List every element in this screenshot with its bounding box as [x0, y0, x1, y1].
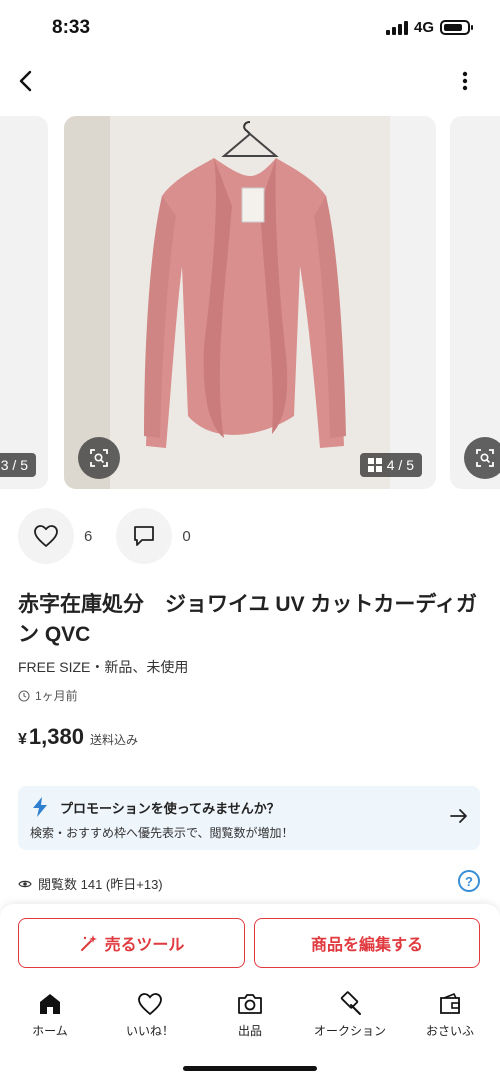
image-search-button[interactable] — [78, 437, 120, 479]
edit-item-label: 商品を編集する — [310, 937, 423, 954]
promotion-banner[interactable]: プロモーションを使ってみませんか？ 検索・おすすめ枠へ優先表示で、閲覧数が増加！ — [18, 786, 480, 850]
tab-bar: ホーム いいね！ 出品 オークション おさいふ — [0, 988, 500, 1048]
promotion-title: プロモーションを使ってみませんか？ — [60, 801, 280, 816]
sparkle-wand-icon — [80, 935, 97, 951]
battery-icon — [440, 20, 473, 35]
home-icon — [36, 990, 64, 1018]
image-search-button-next[interactable] — [464, 437, 500, 479]
status-indicators: 4G — [385, 19, 473, 36]
sell-tool-label: 売るツール — [104, 937, 185, 954]
carousel-image-prev[interactable]: 3 / 5 — [0, 116, 48, 489]
tab-label: ホーム — [32, 1024, 68, 1038]
eye-icon — [18, 880, 32, 887]
lightning-icon — [33, 797, 47, 817]
camera-icon — [236, 990, 264, 1018]
arrow-right-icon — [450, 809, 467, 823]
image-counter-main[interactable]: 4 / 5 — [359, 453, 422, 477]
more-options-button[interactable] — [450, 66, 480, 96]
back-button[interactable] — [10, 64, 40, 98]
tab-label: おさいふ — [425, 1024, 474, 1038]
comment-button[interactable] — [116, 508, 173, 564]
posted-text: 1ヶ月前 — [35, 689, 78, 703]
view-count-text: 閲覧数 141 (昨日+13) — [38, 877, 163, 892]
help-icon[interactable]: ? — [458, 870, 480, 892]
comment-icon — [134, 526, 155, 546]
gavel-icon — [336, 990, 364, 1018]
price-value: 1,380 — [28, 724, 84, 749]
image-counter-text: 4 / 5 — [386, 457, 414, 473]
carousel-image-next[interactable] — [450, 116, 500, 489]
tab-home[interactable]: ホーム — [0, 988, 100, 1048]
heart-icon — [34, 525, 58, 547]
like-button[interactable] — [18, 508, 74, 564]
sell-tool-button[interactable]: 売るツール — [18, 918, 245, 968]
nav-bar — [0, 56, 500, 106]
social-row: 6 0 — [18, 508, 215, 564]
status-time: 8:33 — [52, 17, 91, 38]
wallet-icon — [436, 990, 464, 1018]
tab-wallet[interactable]: おさいふ — [400, 988, 500, 1048]
tab-listing[interactable]: 出品 — [200, 988, 300, 1048]
posted-time: 1ヶ月前 — [18, 687, 78, 704]
shipping-label: 送料込み — [89, 733, 138, 747]
tab-label: いいね！ — [125, 1024, 174, 1038]
promotion-description: 検索・おすすめ枠へ優先表示で、閲覧数が増加！ — [30, 826, 294, 840]
edit-item-button[interactable]: 商品を編集する — [254, 918, 480, 968]
item-condition: FREE SIZE・新品、未使用 — [18, 659, 189, 675]
network-label: 4G — [413, 19, 434, 36]
tab-auction[interactable]: オークション — [300, 988, 400, 1048]
tab-label: オークション — [313, 1024, 386, 1038]
cardigan-photo — [144, 121, 346, 448]
comment-count: 0 — [182, 527, 191, 545]
image-counter-prev: 3 / 5 — [0, 453, 36, 477]
home-indicator — [183, 1066, 317, 1071]
like-count: 6 — [84, 527, 93, 545]
tab-label: 出品 — [237, 1024, 262, 1038]
chevron-left-icon — [19, 70, 32, 92]
price-symbol: ¥ — [18, 731, 27, 748]
more-vertical-icon — [462, 71, 468, 91]
signal-icon — [385, 20, 408, 35]
tab-likes[interactable]: いいね！ — [100, 988, 200, 1048]
clock-icon — [18, 689, 30, 702]
image-counter-text: 3 / 5 — [0, 457, 28, 473]
grid-icon — [367, 458, 382, 472]
price-row: ¥ 1,380 送料込み — [18, 724, 138, 750]
carousel-image-main[interactable]: 4 / 5 — [64, 116, 436, 489]
bottom-action-panel: 売るツール 商品を編集する ホーム いいね！ 出品 オークション おさいふ — [0, 904, 500, 1080]
view-stats: 閲覧数 141 (昨日+13) — [18, 874, 163, 893]
item-title: 赤字在庫処分 ジョワイユ UV カットカーディガン QVC — [18, 593, 477, 646]
image-carousel[interactable]: 3 / 5 4 / 5 — [0, 116, 500, 489]
heart-icon — [136, 990, 164, 1018]
scan-icon — [90, 449, 108, 467]
status-bar: 8:33 4G — [0, 0, 500, 56]
scan-icon — [476, 449, 494, 467]
